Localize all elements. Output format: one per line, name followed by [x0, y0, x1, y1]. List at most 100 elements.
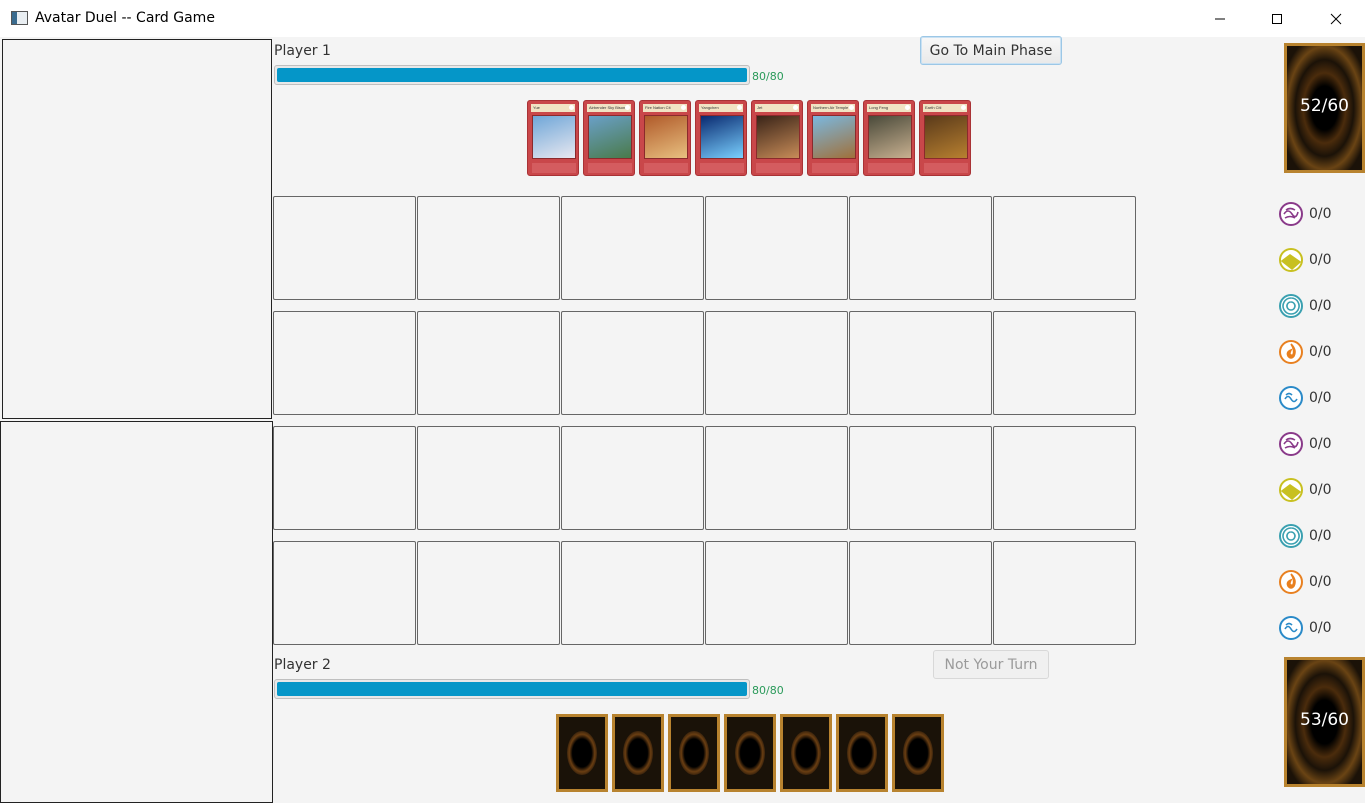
energy-counter: 0/0: [1278, 615, 1332, 641]
board-slot[interactable]: [849, 196, 992, 300]
close-button[interactable]: [1313, 0, 1359, 37]
card-art: [812, 115, 856, 159]
card-back[interactable]: [612, 714, 664, 792]
board-slot[interactable]: [849, 426, 992, 530]
player2-deck[interactable]: 53/60: [1284, 657, 1365, 787]
earth-energy-icon: [1279, 248, 1303, 272]
board-slot[interactable]: [561, 311, 704, 415]
player1-deck-count: 52/60: [1300, 96, 1349, 116]
energy-counter: 0/0: [1278, 477, 1332, 503]
go-to-main-phase-button[interactable]: Go To Main Phase: [920, 36, 1062, 65]
board-slot[interactable]: [273, 311, 416, 415]
card-back[interactable]: [556, 714, 608, 792]
board-slot[interactable]: [273, 196, 416, 300]
board-slot[interactable]: [561, 426, 704, 530]
board-slot[interactable]: [849, 311, 992, 415]
board-slot[interactable]: [705, 311, 848, 415]
energy-value: 0/0: [1309, 436, 1332, 452]
board-slot[interactable]: [705, 426, 848, 530]
board-slot[interactable]: [273, 541, 416, 645]
card-description: [868, 163, 912, 173]
card-back[interactable]: [780, 714, 832, 792]
app-icon: [11, 11, 28, 25]
card-description: [924, 163, 968, 173]
energy-counter: 0/0: [1278, 385, 1332, 411]
player1-hp-text: 80/80: [752, 70, 784, 83]
card-back[interactable]: [836, 714, 888, 792]
fire-energy-icon: [1279, 340, 1303, 364]
hand-card[interactable]: Yangchen: [695, 100, 747, 176]
maximize-icon: [1272, 13, 1282, 24]
player1-deck[interactable]: 52/60: [1284, 43, 1365, 173]
water-energy-icon: [1279, 616, 1303, 640]
card-description: [588, 163, 632, 173]
water-energy-icon: [1279, 386, 1303, 410]
hand-card[interactable]: Jet: [751, 100, 803, 176]
card-preview-panel-bottom: [0, 421, 273, 803]
player2-label: Player 2: [274, 657, 331, 673]
game-board: [273, 196, 1136, 645]
player2-deck-count: 53/60: [1300, 710, 1349, 730]
fire-energy-icon: [1279, 570, 1303, 594]
hand-card[interactable]: Northern Air Temple: [807, 100, 859, 176]
energy-value: 0/0: [1309, 344, 1332, 360]
board-slot[interactable]: [417, 426, 560, 530]
not-your-turn-button[interactable]: Not Your Turn: [933, 650, 1049, 679]
card-art: [700, 115, 744, 159]
board-slot[interactable]: [561, 541, 704, 645]
energy-value: 0/0: [1309, 574, 1332, 590]
air-energy-icon: [1279, 202, 1303, 226]
minimize-icon: [1215, 18, 1225, 19]
energy-counter: 0/0: [1278, 201, 1332, 227]
card-element-icon: [793, 105, 798, 110]
player1-hand: Yue Airbender Sky Bison Fire Nation Cit Yan…: [527, 100, 971, 176]
card-art: [868, 115, 912, 159]
player2-hand: [556, 714, 944, 792]
card-description: [756, 163, 800, 173]
energy-value: 0/0: [1309, 252, 1332, 268]
board-slot[interactable]: [993, 196, 1136, 300]
maximize-button[interactable]: [1254, 0, 1300, 37]
board-slot[interactable]: [417, 311, 560, 415]
energy-value: 0/0: [1309, 298, 1332, 314]
board-slot[interactable]: [705, 541, 848, 645]
player2-hp-bar: [274, 679, 750, 699]
air-energy-icon: [1279, 432, 1303, 456]
board-slot[interactable]: [561, 196, 704, 300]
card-art: [644, 115, 688, 159]
hand-card[interactable]: Long Feng: [863, 100, 915, 176]
card-back[interactable]: [724, 714, 776, 792]
card-description: [812, 163, 856, 173]
hand-card[interactable]: Yue: [527, 100, 579, 176]
board-slot[interactable]: [273, 426, 416, 530]
board-slot[interactable]: [993, 311, 1136, 415]
energy-counter: 0/0: [1278, 523, 1332, 549]
air-element-icon: [1279, 294, 1303, 318]
player1-hp-fill: [277, 68, 747, 82]
energy-counter: 0/0: [1278, 431, 1332, 457]
energy-value: 0/0: [1309, 528, 1332, 544]
energy-counter: 0/0: [1278, 339, 1332, 365]
card-element-icon: [737, 105, 742, 110]
card-description: [532, 163, 576, 173]
card-element-icon: [625, 105, 630, 110]
hand-card[interactable]: Airbender Sky Bison: [583, 100, 635, 176]
energy-value: 0/0: [1309, 482, 1332, 498]
board-slot[interactable]: [849, 541, 992, 645]
hand-card[interactable]: Earth Citi: [919, 100, 971, 176]
card-back[interactable]: [668, 714, 720, 792]
card-description: [700, 163, 744, 173]
minimize-button[interactable]: [1197, 0, 1243, 37]
board-slot[interactable]: [993, 426, 1136, 530]
board-slot[interactable]: [417, 541, 560, 645]
card-back[interactable]: [892, 714, 944, 792]
card-element-icon: [961, 105, 966, 110]
energy-counter: 0/0: [1278, 569, 1332, 595]
hand-card[interactable]: Fire Nation Cit: [639, 100, 691, 176]
board-slot[interactable]: [417, 196, 560, 300]
board-slot[interactable]: [993, 541, 1136, 645]
board-slot[interactable]: [705, 196, 848, 300]
energy-value: 0/0: [1309, 206, 1332, 222]
card-art: [532, 115, 576, 159]
player1-hp-bar: [274, 65, 750, 85]
